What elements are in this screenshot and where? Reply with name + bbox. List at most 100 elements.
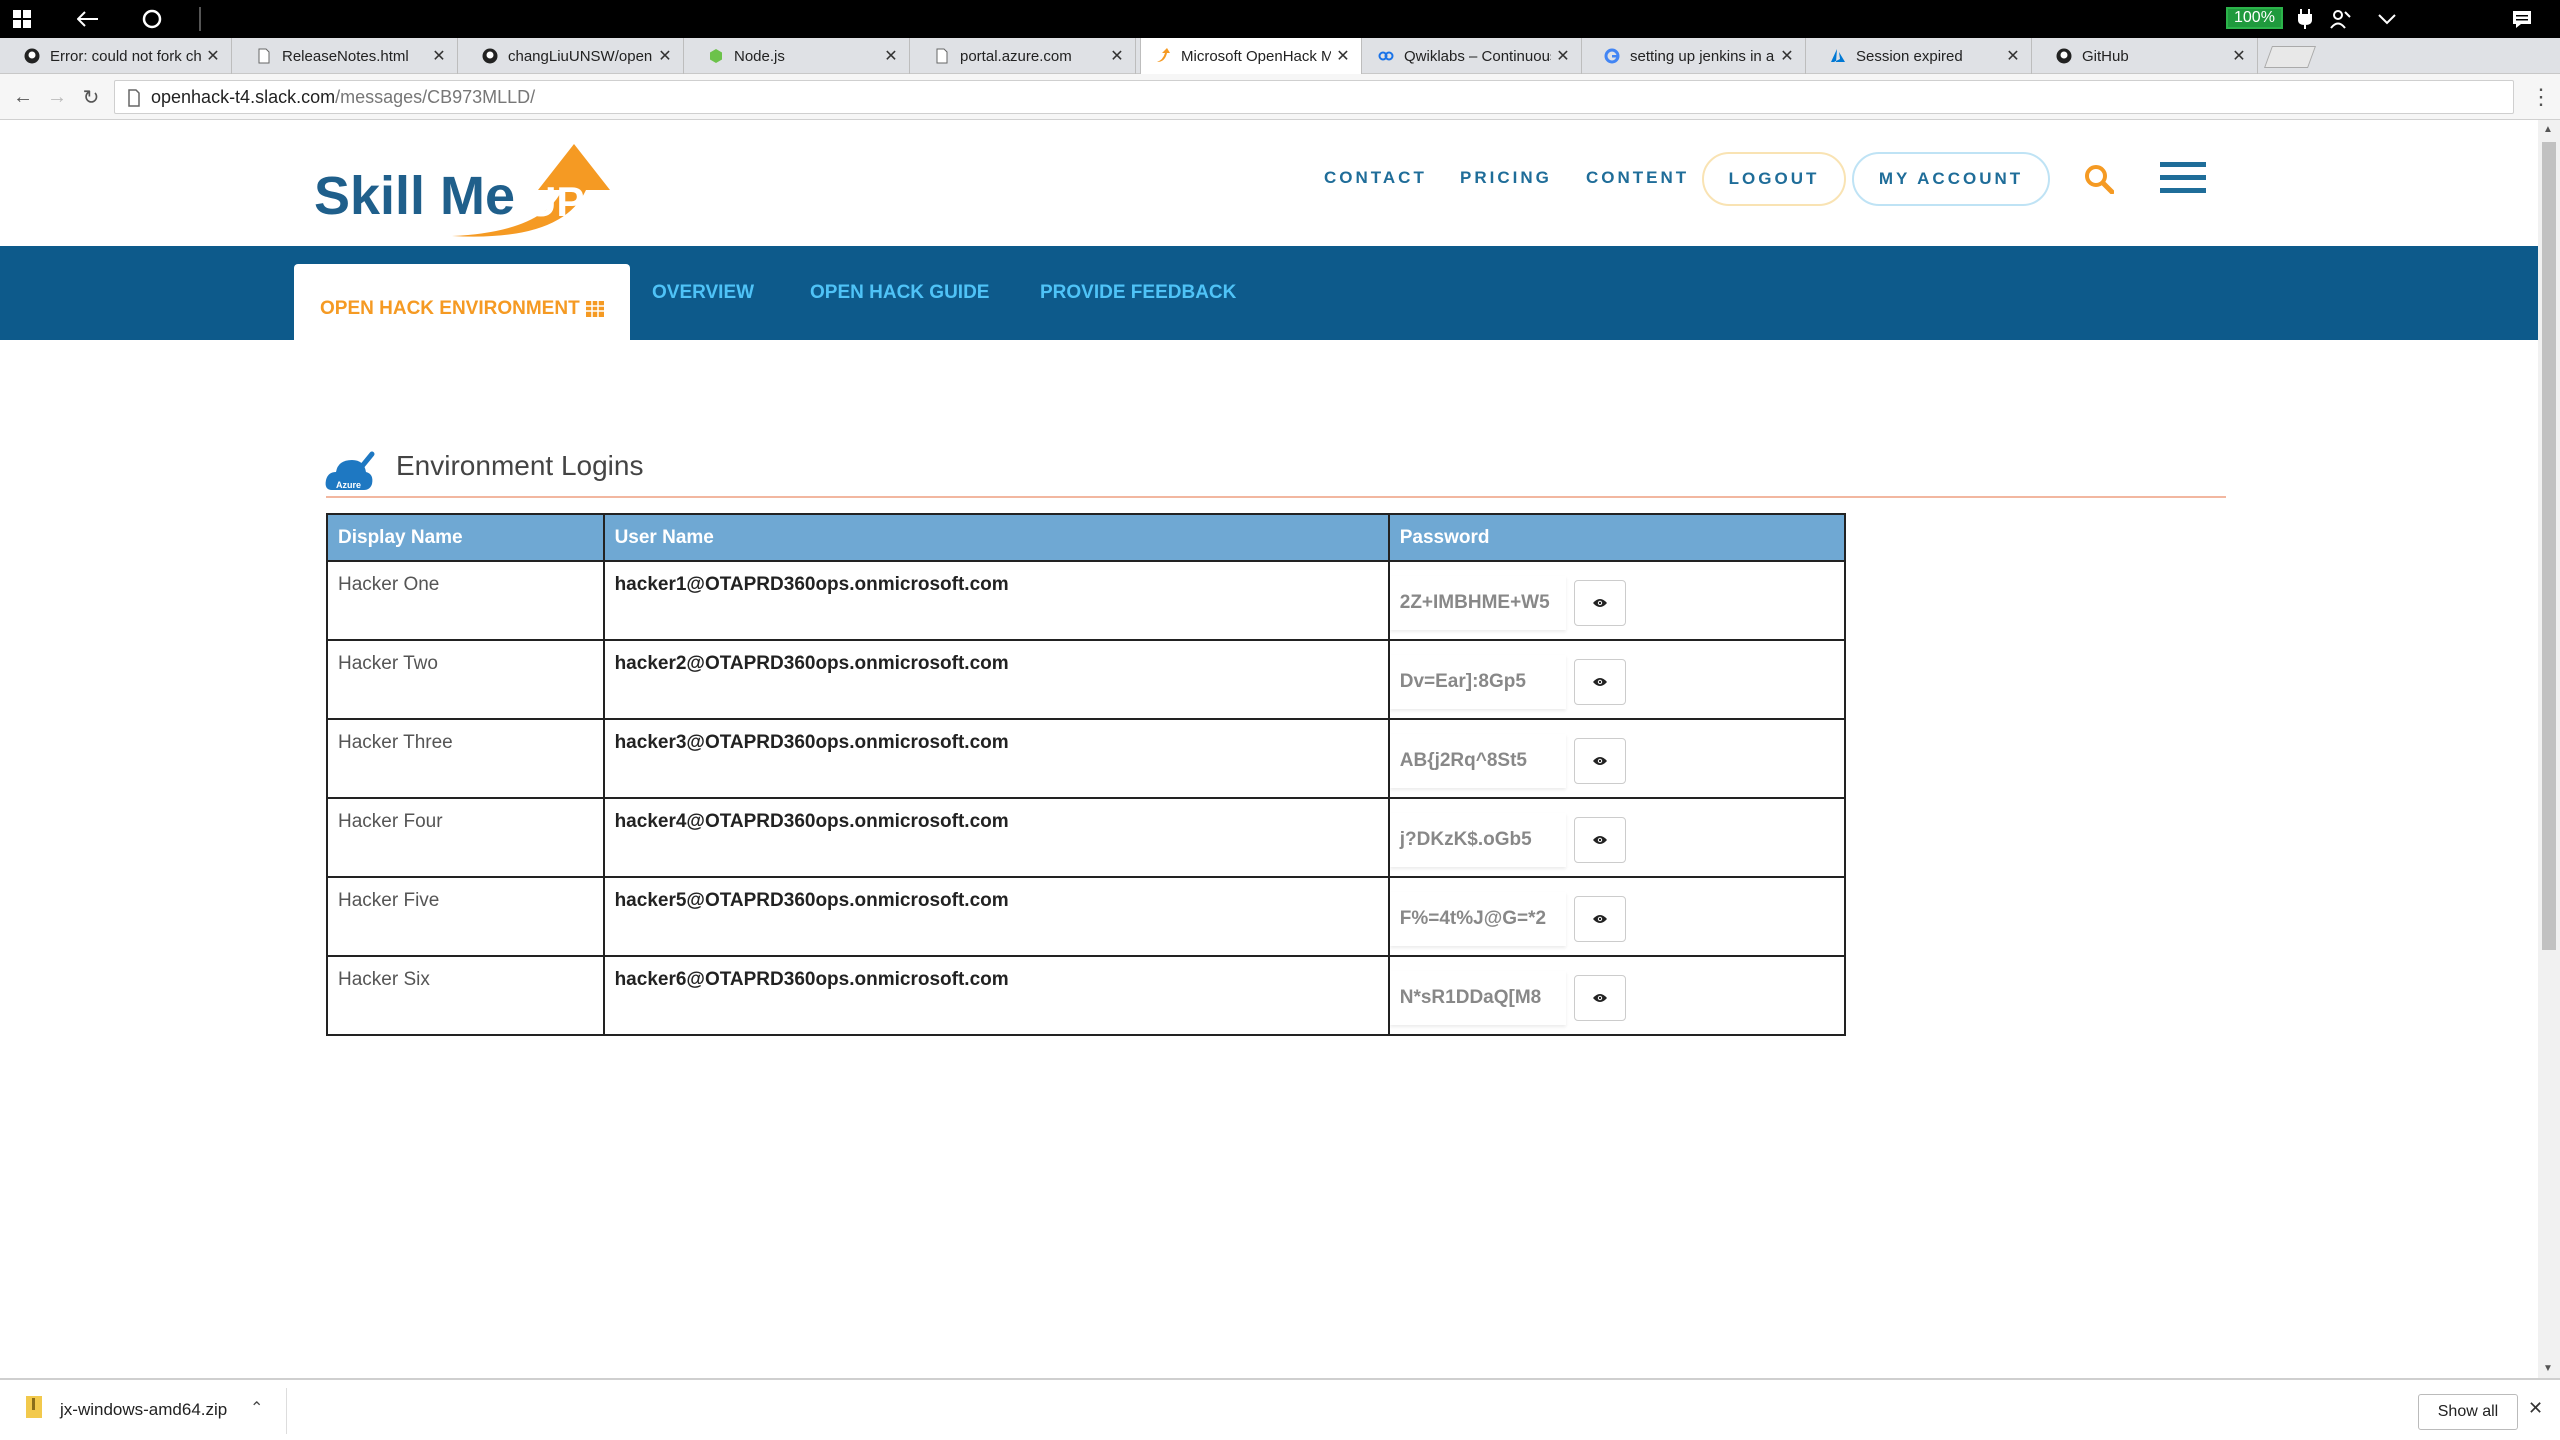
nodejs-icon	[710, 49, 722, 63]
browser-menu-icon[interactable]: ⋮	[2526, 82, 2556, 112]
password-field[interactable]: N*sR1DDaQ[M8	[1389, 971, 1566, 1025]
browser-tab-active[interactable]: Microsoft OpenHack M ✕	[1140, 38, 1362, 74]
power-plug-icon	[2292, 0, 2318, 38]
browser-tab[interactable]: changLiuUNSW/openh ✕	[468, 38, 684, 74]
reveal-password-button[interactable]	[1573, 975, 1626, 1021]
page-content: Skill Me UP CONTACT PRICING CONTENT LOGO…	[0, 120, 2538, 1378]
nav-contact[interactable]: CONTACT	[1324, 152, 1427, 204]
close-icon[interactable]: ✕	[1331, 46, 1355, 66]
display-name-cell: Hacker Six	[326, 955, 605, 1036]
close-icon[interactable]: ✕	[879, 46, 903, 66]
section-divider	[326, 496, 2226, 498]
close-shelf-icon[interactable]: ✕	[2528, 1398, 2543, 1419]
scroll-down-icon[interactable]: ▼	[2543, 1363, 2553, 1374]
chevron-down-icon[interactable]	[2372, 0, 2402, 38]
eye-icon	[1592, 915, 1607, 923]
user-name-cell: hacker1@OTAPRD360ops.onmicrosoft.com	[602, 560, 1390, 641]
reveal-password-button[interactable]	[1573, 659, 1626, 705]
forward-icon[interactable]: →	[42, 82, 72, 112]
tab-title: Session expired	[1856, 47, 1963, 65]
password-field[interactable]: Dv=Ear]:8Gp5	[1389, 655, 1566, 709]
page-info-icon[interactable]	[127, 89, 141, 107]
browser-tab[interactable]: ReleaseNotes.html ✕	[242, 38, 458, 74]
browser-tab[interactable]: GitHub ✕	[2042, 38, 2258, 74]
reveal-password-button[interactable]	[1573, 580, 1626, 626]
eye-icon	[1592, 994, 1607, 1002]
environment-logins-table: Display Name User Name Password Hacker O…	[326, 513, 1847, 1036]
reveal-password-button[interactable]	[1573, 896, 1626, 942]
password-field[interactable]: j?DKzK$.oGb5	[1389, 813, 1566, 867]
close-icon[interactable]: ✕	[1775, 46, 1799, 66]
browser-tab-strip: Error: could not fork ch ✕ ReleaseNotes.…	[0, 38, 2560, 103]
password-field[interactable]: 2Z+IMBHME+W5	[1389, 576, 1566, 630]
logout-button[interactable]: LOGOUT	[1702, 152, 1846, 206]
close-icon[interactable]: ✕	[1105, 46, 1129, 66]
people-icon[interactable]	[2326, 0, 2356, 38]
svg-text:Skill Me: Skill Me	[314, 166, 515, 226]
tab-title: portal.azure.com	[960, 47, 1072, 65]
close-icon[interactable]: ✕	[427, 46, 451, 66]
download-item[interactable]: jx-windows-amd64.zip	[60, 1400, 227, 1420]
page-icon	[936, 48, 948, 64]
hamburger-menu-icon[interactable]	[2160, 162, 2206, 199]
password-cell: AB{j2Rq^8St5	[1387, 718, 1847, 799]
skillmeup-icon	[1157, 48, 1170, 62]
browser-tab[interactable]: Session expired ✕	[1816, 38, 2032, 74]
tab-provide-feedback[interactable]: PROVIDE FEEDBACK	[1040, 246, 1236, 340]
password-field[interactable]: AB{j2Rq^8St5	[1389, 734, 1566, 788]
browser-tab[interactable]: portal.azure.com ✕	[920, 38, 1136, 74]
tab-openhack-guide[interactable]: OPEN HACK GUIDE	[810, 246, 989, 340]
browser-tab[interactable]: Node.js ✕	[694, 38, 910, 74]
show-all-button[interactable]: Show all	[2418, 1394, 2518, 1430]
search-icon[interactable]	[2084, 164, 2115, 199]
browser-tab[interactable]: Qwiklabs – Continuous ✕	[1364, 38, 1582, 74]
close-icon[interactable]: ✕	[2227, 46, 2251, 66]
windows-start-icon[interactable]	[0, 0, 44, 38]
reload-icon[interactable]: ↻	[76, 82, 106, 112]
user-name-cell: hacker5@OTAPRD360ops.onmicrosoft.com	[602, 876, 1390, 957]
close-icon[interactable]: ✕	[1551, 46, 1575, 66]
notifications-icon[interactable]	[2504, 0, 2540, 38]
cortana-icon[interactable]	[130, 0, 174, 38]
scroll-up-icon[interactable]: ▲	[2543, 124, 2553, 135]
reveal-password-button[interactable]	[1573, 738, 1626, 784]
browser-tab[interactable]: Error: could not fork ch ✕	[10, 38, 232, 74]
svg-text:UP: UP	[526, 178, 584, 225]
user-name-cell: hacker6@OTAPRD360ops.onmicrosoft.com	[602, 955, 1390, 1036]
page-icon	[258, 48, 270, 64]
tab-title: Microsoft OpenHack M	[1181, 47, 1331, 65]
new-tab-button[interactable]	[2263, 46, 2317, 68]
nav-content[interactable]: CONTENT	[1586, 152, 1689, 204]
tab-title: Node.js	[734, 47, 785, 65]
close-icon[interactable]: ✕	[653, 46, 677, 66]
close-icon[interactable]: ✕	[2001, 46, 2025, 66]
back-icon[interactable]: ←	[8, 82, 38, 112]
password-cell: F%=4t%J@G=*2	[1387, 876, 1847, 957]
url-input[interactable]: openhack-t4.slack.com/messages/CB973MLLD…	[114, 80, 2514, 114]
table-row: Hacker Three hacker3@OTAPRD360ops.onmicro…	[326, 718, 1847, 799]
my-account-button[interactable]: MY ACCOUNT	[1852, 152, 2050, 206]
back-arrow-icon[interactable]	[66, 0, 110, 38]
taskbar-divider	[198, 0, 202, 38]
table-row: Hacker Four hacker4@OTAPRD360ops.onmicros…	[326, 797, 1847, 878]
eye-icon	[1592, 599, 1607, 607]
google-icon	[1604, 48, 1620, 64]
chevron-up-icon[interactable]: ⌃	[250, 1398, 263, 1418]
close-icon[interactable]: ✕	[201, 46, 225, 66]
tab-title: ReleaseNotes.html	[282, 47, 409, 65]
tab-title: Error: could not fork ch	[50, 47, 201, 65]
reveal-password-button[interactable]	[1573, 817, 1626, 863]
page-scrollbar[interactable]: ▲ ▼	[2538, 120, 2560, 1378]
browser-tab[interactable]: setting up jenkins in a ✕	[1590, 38, 1806, 74]
tab-overview[interactable]: OVERVIEW	[652, 246, 754, 340]
password-cell: N*sR1DDaQ[M8	[1387, 955, 1847, 1036]
skillmeup-logo[interactable]: Skill Me UP	[312, 132, 612, 240]
scrollbar-thumb[interactable]	[2542, 142, 2556, 950]
user-name-cell: hacker3@OTAPRD360ops.onmicrosoft.com	[602, 718, 1390, 799]
column-header: Password	[1387, 513, 1847, 562]
display-name-cell: Hacker Four	[326, 797, 605, 878]
password-field[interactable]: F%=4t%J@G=*2	[1389, 892, 1566, 946]
nav-pricing[interactable]: PRICING	[1460, 152, 1552, 204]
tab-openhack-environment[interactable]: OPEN HACK ENVIRONMENT	[294, 264, 630, 354]
qwiklabs-icon	[1378, 51, 1394, 61]
